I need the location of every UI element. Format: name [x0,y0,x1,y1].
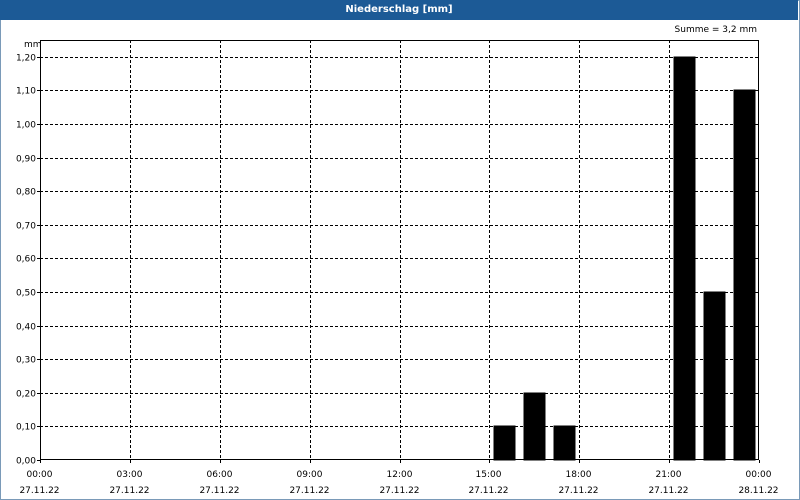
y-tick-label: 1,20 [16,54,36,64]
precipitation-chart: 0,00 0,10 0,20 0,30 0,40 0,50 0,60 0,70 0,80 0,90… [16,40,779,496]
x-tick-time-label: 03:00 [117,470,143,480]
x-tick-date-label: 27.11.22 [468,486,508,496]
x-tick-date-label: 27.11.22 [109,486,149,496]
precipitation-bar [523,392,546,461]
x-tick-time-label: 18:00 [566,470,592,480]
x-tick-time-label: 12:00 [387,470,413,480]
x-tick-date-label: 27.11.22 [289,486,329,496]
precipitation-bar [553,425,576,461]
y-tick-label: 0,00 [16,457,36,467]
y-tick-label: 0,20 [16,390,36,400]
y-tick-label: 1,10 [16,87,36,97]
x-tick-date-label: 27.11.22 [648,486,688,496]
x-tick-time-label: 15:00 [476,470,502,480]
y-tick-label: 0,50 [16,289,36,299]
x-tick-date-label: 27.11.22 [379,486,419,496]
x-tick-time-label: 00:00 [27,470,53,480]
precipitation-bar [703,291,726,461]
y-tick-label: 0,90 [16,155,36,165]
y-tick-label: 0,30 [16,356,36,366]
x-tick-time-label: 00:00 [746,470,772,480]
y-tick-label: 0,40 [16,323,36,333]
x-tick-time-label: 06:00 [207,470,233,480]
x-tick-time-label: 09:00 [297,470,323,480]
x-tick-date-label: 27.11.22 [19,486,59,496]
x-tick-date-label: 28.11.22 [738,486,778,496]
y-tick-label: 0,70 [16,222,36,232]
precipitation-bar [733,89,756,461]
x-tick-time-label: 21:00 [656,470,682,480]
y-tick-label: 1,00 [16,121,36,131]
x-tick-date-label: 27.11.22 [558,486,598,496]
precipitation-bar [673,56,696,461]
plot-area [40,40,759,460]
precipitation-bar [493,425,516,461]
x-tick-date-label: 27.11.22 [199,486,239,496]
y-tick-label: 0,80 [16,188,36,198]
y-tick-label: 0,10 [16,423,36,433]
y-tick-label: 0,60 [16,255,36,265]
